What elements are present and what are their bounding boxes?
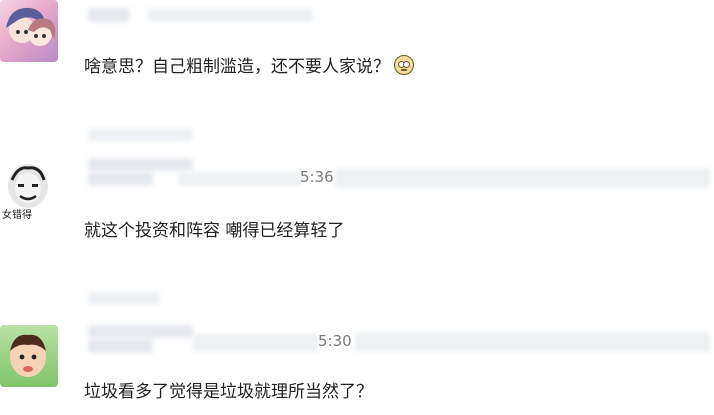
- blurred-username: [88, 158, 193, 171]
- blurred-meta: [148, 8, 313, 22]
- blurred-username: [88, 325, 193, 338]
- blurred-meta: [193, 334, 318, 352]
- blurred-username: [88, 8, 130, 22]
- comment-timestamp: 5:30: [318, 332, 352, 350]
- comment-text-2: 就这个投资和阵容 嘲得已经算轻了: [84, 221, 345, 241]
- blurred-meta: [178, 172, 303, 186]
- user-avatar-3[interactable]: [0, 325, 58, 387]
- blurred-username: [88, 339, 153, 353]
- child-avatar-icon: [10, 334, 46, 377]
- confused-face-emoji-icon: [394, 55, 414, 75]
- user-avatar-1[interactable]: [0, 0, 58, 62]
- comment-text-1: 啥意思？自己粗制滥造，还不要人家说？: [84, 52, 414, 77]
- blurred-meta: [355, 332, 710, 352]
- anime-avatar-icon: [6, 7, 56, 46]
- comment-text-3: 垃圾看多了觉得是垃圾就理所当然了？: [84, 382, 373, 402]
- avatar-caption: 女错得: [2, 210, 32, 220]
- blurred-meta: [335, 168, 710, 188]
- comment-timestamp: 5:36: [300, 168, 334, 186]
- blurred-username: [88, 172, 153, 186]
- user-avatar-2[interactable]: 女错得: [0, 158, 58, 220]
- blurred-divider: [88, 128, 193, 141]
- blurred-divider: [88, 292, 160, 305]
